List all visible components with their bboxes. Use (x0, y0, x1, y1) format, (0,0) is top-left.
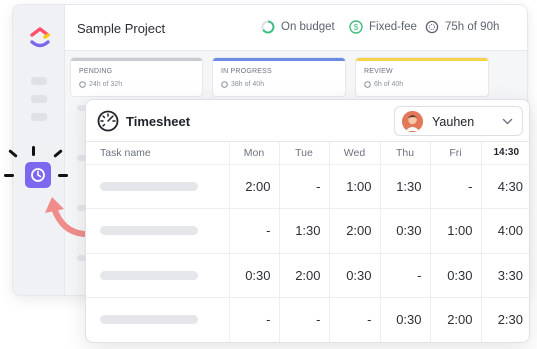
user-selector[interactable]: Yauhen (394, 106, 523, 136)
fee-label: Fixed-fee (369, 21, 417, 33)
time-cell[interactable]: - (228, 208, 279, 254)
task-name-placeholder (100, 270, 198, 280)
time-cell[interactable]: - (379, 253, 430, 298)
column-header-mon[interactable]: Mon (228, 142, 279, 165)
time-cell[interactable]: - (328, 297, 380, 342)
timer-dial-icon (97, 110, 119, 132)
progress-ring-icon (261, 20, 275, 34)
sidebar-item-placeholder[interactable] (31, 77, 47, 85)
svg-text:$: $ (354, 23, 359, 32)
time-cell[interactable]: 0:30 (328, 253, 380, 298)
hours-label: 75h of 90h (445, 21, 500, 33)
highlight-burst (58, 174, 68, 177)
avatar (402, 111, 423, 132)
time-cell[interactable]: 1:30 (379, 164, 430, 209)
table-header-row: Task name Mon Tue Wed Thu Fri 14:30 (86, 142, 529, 165)
task-name-cell[interactable] (86, 253, 229, 298)
clock-icon (31, 168, 45, 182)
budget-label: On budget (281, 21, 335, 33)
timesheet-panel: Timesheet Yauhen Task name Mon Tue Wed T… (85, 99, 530, 343)
task-name-placeholder (100, 181, 198, 191)
status-estimate-text: 38h of 40h (231, 81, 265, 88)
sidebar-item-placeholder[interactable] (31, 95, 47, 103)
column-header-task[interactable]: Task name (86, 142, 229, 165)
clickup-logo[interactable] (29, 27, 51, 51)
timesheet-header: Timesheet Yauhen (86, 100, 529, 142)
row-total: 2:30 (480, 297, 529, 342)
status-name: REVIEW (364, 68, 393, 75)
sidebar-item-placeholder[interactable] (31, 113, 47, 121)
app-sidebar (13, 5, 65, 295)
task-name-placeholder (100, 226, 198, 236)
table-row: - - - 0:30 2:00 2:30 (86, 297, 529, 342)
task-name-cell[interactable] (86, 208, 229, 254)
highlight-burst (4, 174, 14, 177)
time-cell[interactable]: - (278, 297, 329, 342)
time-cell[interactable]: 0:30 (379, 208, 430, 254)
column-header-tue[interactable]: Tue (278, 142, 329, 165)
status-name: PENDING (79, 68, 113, 75)
task-name-placeholder (100, 315, 198, 325)
status-estimate-text: 24h of 32h (89, 81, 123, 88)
timer-button[interactable] (25, 162, 51, 188)
stopwatch-icon (221, 81, 228, 88)
table-row: - 1:30 2:00 0:30 1:00 4:00 (86, 208, 529, 254)
status-column-in-progress[interactable]: IN PROGRESS 38h of 40h (212, 57, 346, 97)
row-total: 3:30 (480, 253, 529, 298)
user-name: Yauhen (432, 115, 475, 129)
status-estimate: 24h of 32h (79, 81, 122, 88)
time-cell[interactable]: 0:30 (429, 253, 481, 298)
status-column-pending[interactable]: PENDING 24h of 32h (70, 57, 203, 97)
status-estimate: 6h of 40h (364, 81, 403, 88)
status-color-bar (356, 58, 488, 61)
pointer-arrow (45, 197, 87, 237)
time-cell[interactable]: - (228, 297, 279, 342)
column-header-wed[interactable]: Wed (328, 142, 380, 165)
time-cell[interactable]: 0:30 (228, 253, 279, 298)
time-cell[interactable]: 2:00 (328, 208, 380, 254)
time-cell[interactable]: - (429, 164, 481, 209)
stopwatch-icon (364, 81, 371, 88)
column-header-thu[interactable]: Thu (379, 142, 430, 165)
row-total: 4:00 (480, 208, 529, 254)
status-color-bar (71, 58, 202, 61)
fee-type: $ Fixed-fee (349, 20, 417, 34)
time-cell[interactable]: 1:00 (328, 164, 380, 209)
time-cell[interactable]: 2:00 (228, 164, 279, 209)
column-header-total: 14:30 (480, 142, 529, 165)
timesheet-title: Timesheet (126, 114, 191, 129)
time-cell[interactable]: - (278, 164, 329, 209)
time-cell[interactable]: 0:30 (379, 297, 430, 342)
dollar-icon: $ (349, 20, 363, 34)
project-title: Sample Project (77, 21, 166, 36)
stopwatch-icon (79, 81, 86, 88)
status-color-bar (213, 58, 345, 61)
timesheet-table: Task name Mon Tue Wed Thu Fri 14:30 2:00… (86, 142, 529, 342)
row-total: 4:30 (480, 164, 529, 209)
chevron-down-icon[interactable] (502, 116, 513, 127)
time-cell[interactable]: 1:30 (278, 208, 329, 254)
status-column-review[interactable]: REVIEW 6h of 40h (355, 57, 489, 97)
project-header: Sample Project On budget $ Fixed-fee 75h… (65, 5, 527, 51)
task-name-cell[interactable] (86, 164, 229, 209)
status-estimate: 38h of 40h (221, 81, 264, 88)
column-header-fri[interactable]: Fri (429, 142, 481, 165)
status-name: IN PROGRESS (221, 68, 272, 75)
time-cell[interactable]: 2:00 (429, 297, 481, 342)
stopwatch-icon (425, 20, 439, 34)
highlight-burst (32, 146, 35, 156)
budget-status: On budget (261, 20, 335, 34)
status-estimate-text: 6h of 40h (374, 81, 404, 88)
time-cell[interactable]: 1:00 (429, 208, 481, 254)
task-name-cell[interactable] (86, 297, 229, 342)
time-cell[interactable]: 2:00 (278, 253, 329, 298)
table-row: 0:30 2:00 0:30 - 0:30 3:30 (86, 253, 529, 298)
hours-summary: 75h of 90h (425, 20, 499, 34)
table-row: 2:00 - 1:00 1:30 - 4:30 (86, 164, 529, 209)
